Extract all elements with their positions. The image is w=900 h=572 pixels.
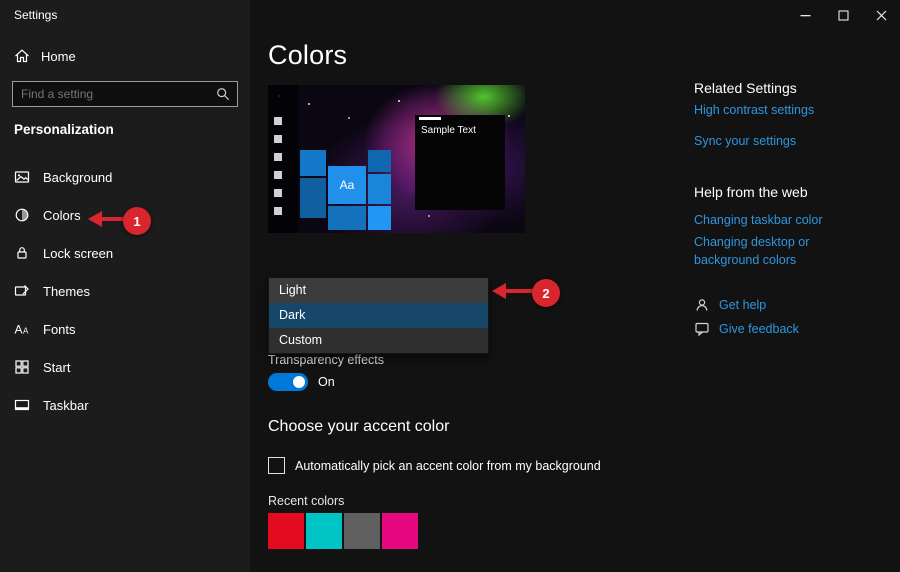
sidebar-section-heading: Personalization [14,122,114,137]
lock-screen-icon [14,245,30,261]
nav-label: Taskbar [43,398,89,413]
transparency-toggle[interactable] [268,373,308,391]
link-sync-settings[interactable]: Sync your settings [694,132,874,150]
feedback-icon [694,321,710,337]
background-icon [14,169,30,185]
maximize-button[interactable] [824,0,862,30]
nav-label: Lock screen [43,246,113,261]
start-icon [14,359,30,375]
dropdown-option-light[interactable]: Light [269,278,488,303]
maximize-icon [838,10,849,21]
auto-accent-label: Automatically pick an accent color from … [295,459,601,473]
themes-icon [14,283,30,299]
preview-tile-aa: Aa [328,166,366,204]
nav-label: Background [43,170,112,185]
nav-label: Fonts [43,322,76,337]
get-help-row[interactable]: Get help [694,297,766,313]
minimize-button[interactable] [786,0,824,30]
window-title: Settings [14,8,57,22]
preview-tiles: Aa [298,148,394,233]
sidebar: Settings Home Personalization Background… [0,0,250,572]
sidebar-item-taskbar[interactable]: Taskbar [0,386,250,424]
auto-accent-checkbox[interactable] [268,457,285,474]
search-icon[interactable] [216,87,230,101]
link-changing-desktop-colors[interactable]: Changing desktop or background colors [694,233,874,269]
home-label: Home [41,49,76,64]
color-mode-dropdown: Light Dark Custom [268,277,489,354]
sidebar-item-start[interactable]: Start [0,348,250,386]
svg-text:A: A [23,327,29,336]
get-help-label: Get help [719,298,766,312]
page-title: Colors [268,40,347,71]
nav-label: Themes [43,284,90,299]
annotation-arrow-2 [504,289,534,293]
nav-label: Colors [43,208,81,223]
auto-accent-row[interactable]: Automatically pick an accent color from … [268,457,601,474]
svg-text:A: A [15,323,23,337]
sidebar-item-home[interactable]: Home [14,48,76,64]
recent-color-swatch[interactable] [382,513,418,549]
sidebar-item-background[interactable]: Background [0,158,250,196]
sidebar-item-fonts[interactable]: AA Fonts [0,310,250,348]
dropdown-option-custom[interactable]: Custom [269,328,488,353]
recent-colors [268,513,418,549]
annotation-step-2: 2 [532,279,560,307]
preview-sample-text: Sample Text [421,125,476,136]
preview-start-rail [268,85,298,233]
sidebar-item-lock-screen[interactable]: Lock screen [0,234,250,272]
preview-sample-titlebar [419,117,441,120]
settings-window: Settings Home Personalization Background… [0,0,900,572]
main-content: Colors Aa Samp [250,0,900,572]
transparency-label: Transparency effects [268,353,384,367]
fonts-icon: AA [14,321,30,337]
colors-icon [14,207,30,223]
dropdown-option-dark[interactable]: Dark [269,303,488,328]
recent-colors-label: Recent colors [268,494,344,508]
recent-color-swatch[interactable] [344,513,380,549]
get-help-icon [694,297,710,313]
recent-color-swatch[interactable] [268,513,304,549]
search-box[interactable] [12,81,238,107]
close-icon [876,10,887,21]
sidebar-item-themes[interactable]: Themes [0,272,250,310]
transparency-state: On [318,375,335,389]
link-changing-taskbar-color[interactable]: Changing taskbar color [694,211,874,229]
link-high-contrast[interactable]: High contrast settings [694,101,874,119]
theme-preview: Aa Sample Text [268,85,525,233]
close-button[interactable] [862,0,900,30]
accent-color-heading: Choose your accent color [268,418,449,436]
minimize-icon [800,10,811,21]
annotation-step-1: 1 [123,207,151,235]
give-feedback-label: Give feedback [719,322,799,336]
related-settings-heading: Related Settings [694,80,797,96]
nav-label: Start [43,360,70,375]
sidebar-nav: Background Colors Lock screen Themes AA … [0,158,250,424]
window-controls [786,0,900,30]
recent-color-swatch[interactable] [306,513,342,549]
give-feedback-row[interactable]: Give feedback [694,321,799,337]
search-input[interactable] [13,87,216,101]
home-icon [14,48,30,64]
taskbar-icon [14,397,30,413]
preview-sample-window: Sample Text [415,115,505,210]
toggle-knob [293,376,305,388]
help-from-web-heading: Help from the web [694,184,808,200]
